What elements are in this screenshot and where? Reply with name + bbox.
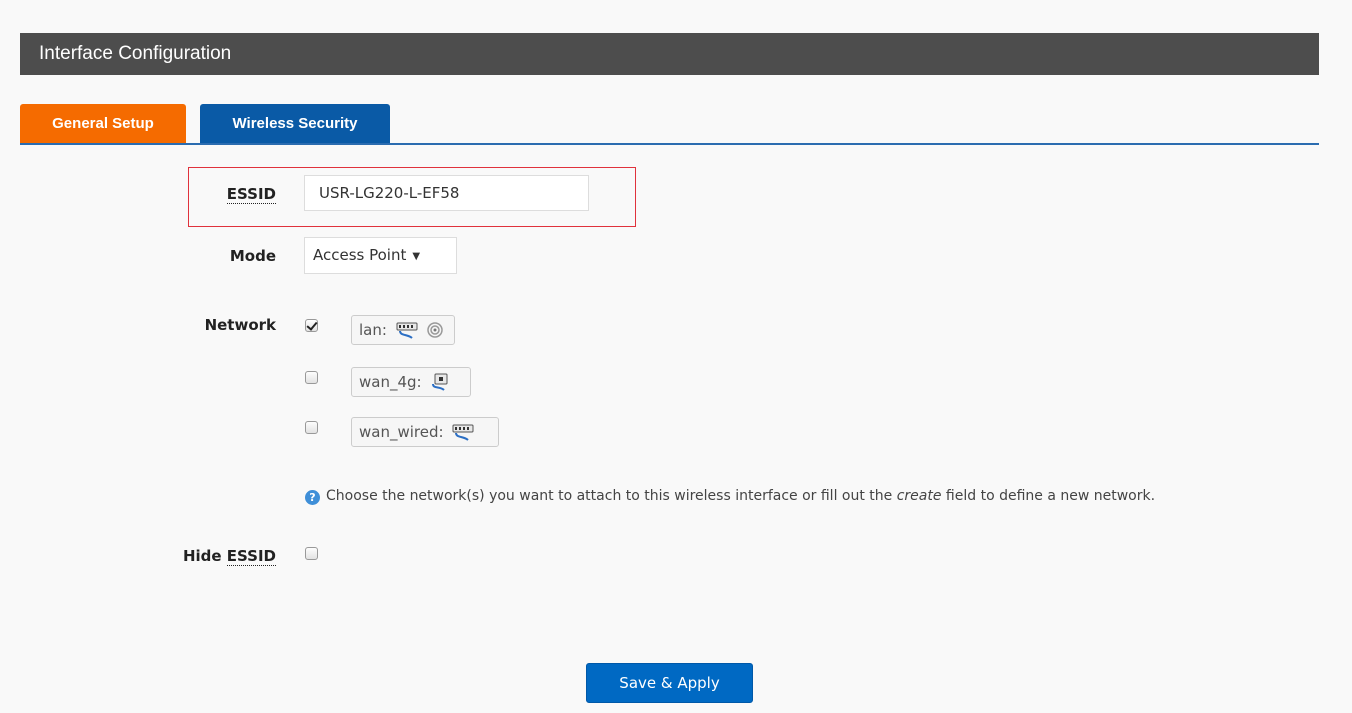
help-text-before: Choose the network(s) you want to attach… — [326, 488, 897, 504]
essid-label: ESSID — [226, 185, 276, 204]
dropdown-arrow-icon: ▼ — [412, 251, 421, 262]
network-lan-checkbox[interactable] — [305, 319, 318, 332]
help-icon: ? — [305, 490, 320, 505]
ethernet-switch-icon — [452, 422, 474, 450]
tab-wireless-security[interactable]: Wireless Security — [200, 104, 390, 144]
help-text-emphasis: create — [896, 488, 942, 504]
network-wired-label: wan_wired: — [359, 423, 444, 441]
tab-general-setup[interactable]: General Setup — [20, 104, 186, 144]
network-wan4g-badge: wan_4g: — [351, 367, 471, 397]
network-lan-label: lan: — [359, 321, 387, 339]
tab-label: Wireless Security — [232, 115, 358, 132]
page-header: Interface Configuration — [20, 33, 1319, 75]
network-wan4g-label: wan_4g: — [359, 373, 422, 391]
network-label: Network — [204, 316, 276, 334]
hide-essid-checkbox[interactable] — [305, 547, 318, 560]
help-text-after: field to define a new network. — [941, 488, 1156, 504]
network-wired-badge: wan_wired: — [351, 417, 499, 447]
network-wired-checkbox[interactable] — [305, 421, 318, 434]
page-title: Interface Configuration — [39, 43, 232, 64]
mode-select[interactable]: Access Point ▼ — [304, 237, 457, 274]
tabs-divider — [20, 143, 1319, 145]
mode-selected-value: Access Point — [313, 246, 407, 264]
network-help-text: ? Choose the network(s) you want to attac… — [305, 488, 1155, 505]
mode-label: Mode — [229, 247, 276, 265]
essid-input[interactable] — [304, 175, 589, 211]
ethernet-port-icon — [430, 372, 450, 400]
save-apply-button[interactable]: Save & Apply — [586, 663, 753, 703]
network-wan4g-checkbox[interactable] — [305, 371, 318, 384]
hide-essid-label: Hide ESSID — [182, 547, 276, 566]
network-lan-badge: lan: — [351, 315, 455, 345]
wifi-icon — [426, 320, 444, 348]
tab-label: General Setup — [52, 115, 154, 132]
ethernet-switch-icon — [396, 320, 418, 348]
save-apply-label: Save & Apply — [619, 674, 720, 692]
